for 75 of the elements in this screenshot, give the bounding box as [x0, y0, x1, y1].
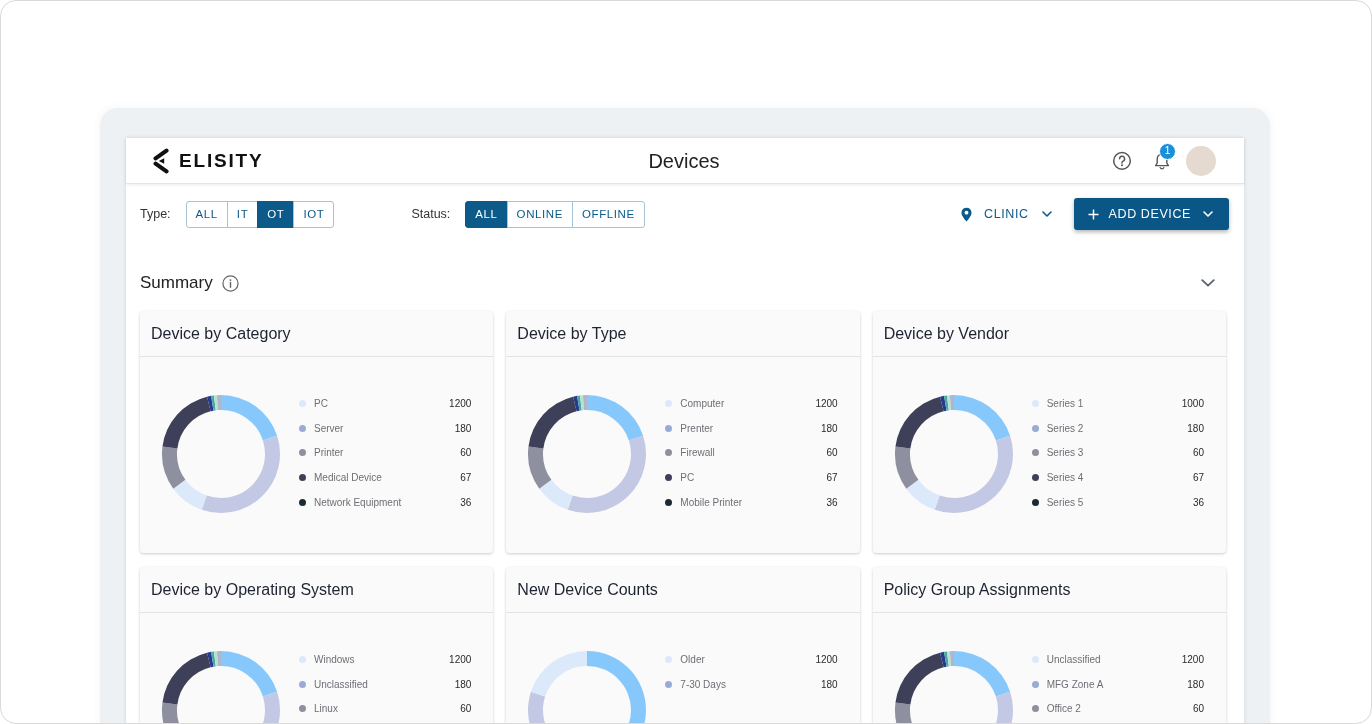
legend-value: 1200 [815, 397, 838, 409]
legend-label: Series 2 [1046, 422, 1085, 434]
card-title: Device by Operating System [151, 580, 354, 599]
legend-value: 180 [1187, 678, 1204, 690]
caret-icon [1041, 211, 1052, 217]
help-icon[interactable] [1112, 150, 1132, 171]
filter-toggle-button[interactable]: OFFLINE [572, 200, 645, 228]
legend-label: Server [314, 422, 345, 434]
filter-toggle-button[interactable]: ONLINE [506, 200, 573, 228]
section-title: Summary [140, 273, 213, 293]
legend-label: Printer [314, 447, 345, 459]
legend-label: Medical Device [314, 471, 383, 483]
card-title: Device by Category [151, 324, 291, 343]
filter-label: Status: [411, 207, 451, 221]
legend-value: 60 [460, 703, 472, 715]
legend-value: 60 [1192, 703, 1204, 715]
legend-value: 1200 [449, 653, 472, 665]
legend-value: 36 [460, 496, 472, 508]
legend-value: 1200 [1181, 653, 1204, 665]
add-device-button[interactable]: ADD DEVICE [1073, 198, 1229, 230]
legend-value: 67 [1192, 471, 1204, 483]
filter-toggle-button[interactable]: IOT [293, 200, 335, 228]
legend-label: Unclassified [314, 678, 369, 690]
legend-value: 67 [826, 471, 838, 483]
legend-label: Firewall [680, 447, 716, 459]
legend-value: 60 [826, 447, 838, 459]
legend-value: 180 [820, 422, 838, 434]
legend-value: 36 [1192, 496, 1204, 508]
legend-label: Older [680, 653, 706, 665]
legend-label: PC [314, 397, 329, 409]
filter-label: Type: [140, 207, 171, 221]
card-title: Device by Vendor [883, 324, 1010, 343]
legend-value: 60 [460, 447, 472, 459]
legend-value: 180 [1187, 422, 1204, 434]
legend-value: 1200 [815, 653, 838, 665]
legend-label: 7-30 Days [680, 678, 727, 690]
location-dropdown[interactable]: CLINIC [955, 198, 1058, 230]
legend-value: 36 [826, 496, 838, 508]
card-title: Device by Type [517, 324, 627, 343]
filter-toggle-button[interactable]: ALL [185, 200, 228, 228]
legend-value: 1200 [449, 397, 472, 409]
card-title: Policy Group Assignments [883, 580, 1071, 599]
plus-icon [1087, 208, 1099, 220]
legend-value: 67 [460, 471, 472, 483]
legend-label: MFG Zone A [1046, 678, 1105, 690]
filter-toggle-button[interactable]: OT [257, 200, 295, 228]
page-title: Devices [648, 148, 720, 173]
filter-toggle-button[interactable]: IT [226, 200, 259, 228]
info-icon[interactable] [221, 274, 239, 292]
legend-value: 180 [820, 678, 838, 690]
legend-label: Computer [680, 397, 726, 409]
card-title: New Device Counts [517, 580, 658, 599]
logo-wordmark: ELISITY [179, 149, 264, 172]
legend-value: 180 [454, 422, 472, 434]
legend-label: Series 3 [1046, 447, 1085, 459]
legend-label: Windows [314, 653, 356, 665]
legend-label: Series 4 [1046, 471, 1085, 483]
legend-label: Office 2 [1046, 703, 1082, 715]
chevron-logo-icon [152, 147, 169, 174]
legend-label: Series 1 [1046, 397, 1085, 409]
filter-toggle-button[interactable]: ALL [465, 200, 508, 228]
location-pin-icon [961, 206, 972, 222]
legend-label: Series 5 [1046, 496, 1085, 508]
caret-icon [1203, 211, 1213, 217]
notification-badge: 1 [1159, 142, 1176, 160]
legend-value: 60 [1192, 447, 1204, 459]
legend-label: Network Equipment [314, 496, 403, 508]
legend-label: Mobile Printer [680, 496, 744, 508]
legend-label: PC [680, 471, 696, 483]
legend-label: Unclassified [1046, 653, 1102, 665]
chevron-down-icon[interactable] [1201, 279, 1215, 287]
legend-label: Prenter [680, 422, 715, 434]
legend-label: Linux [314, 703, 339, 715]
legend-value: 180 [454, 678, 472, 690]
legend-value: 1000 [1181, 397, 1204, 409]
